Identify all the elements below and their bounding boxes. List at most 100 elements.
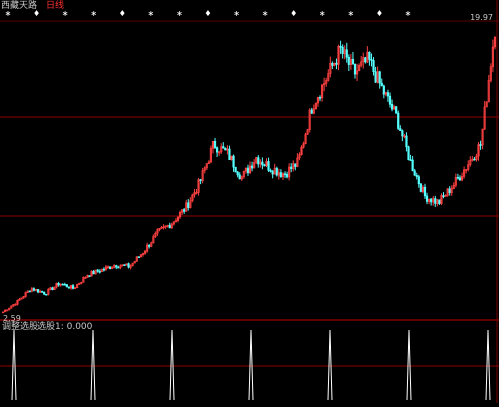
candle-body [353, 63, 357, 75]
candle-body [88, 275, 91, 277]
candle-body [417, 176, 420, 185]
period-label[interactable]: 日线 [46, 1, 64, 12]
candle-body [425, 195, 429, 202]
indicator-spike [406, 329, 412, 401]
signal-marker: ∗ [176, 9, 183, 18]
candle-body [63, 284, 66, 286]
candle-body [234, 166, 237, 173]
candle-body [423, 186, 427, 197]
signal-marker: ♦ [376, 9, 383, 18]
indicator-spike [169, 329, 175, 401]
candle-body [222, 146, 225, 149]
candle-body [102, 268, 105, 271]
candle-body [183, 209, 186, 212]
signal-marker: ∗ [319, 9, 326, 18]
candle-body [473, 158, 476, 161]
candle-body [98, 271, 101, 273]
candle-body [448, 188, 451, 194]
candle-body [61, 283, 64, 286]
candle-body [382, 85, 385, 95]
candle-body [199, 179, 202, 181]
candle-body [137, 256, 140, 258]
candle-body [395, 106, 398, 114]
candle-body [168, 224, 171, 229]
candle-body [67, 286, 70, 289]
candle-body [57, 282, 60, 286]
candle-body [257, 157, 260, 165]
candle-body [380, 82, 383, 87]
candle-body [127, 263, 130, 268]
candle-body [71, 285, 75, 289]
candle-body [442, 195, 445, 197]
candle-body [386, 92, 390, 97]
candle-body [285, 173, 289, 178]
candle-body [318, 97, 322, 99]
candle-body [438, 199, 441, 204]
candle-body [341, 46, 344, 54]
indicator-spike [327, 329, 333, 401]
candle-body [405, 135, 408, 148]
candle-body [458, 177, 462, 181]
candle-body [269, 170, 272, 172]
signal-marker: ∗ [148, 9, 155, 18]
candle-body [290, 166, 293, 170]
candle-body [232, 155, 235, 168]
kline-chart[interactable]: ∗ ♦ ∗ ∗ ♦ ∗ ∗ ♦ ∗ ∗ ♦ ∗ ∗ ♦ ∗ [0, 0, 499, 403]
candle-body [372, 60, 375, 73]
stock-name: 西藏天路 [1, 1, 38, 11]
candle-body [283, 173, 287, 176]
candle-body [378, 71, 381, 84]
candle-body [115, 265, 118, 268]
candle-body [123, 264, 126, 266]
candle-body [28, 290, 31, 293]
candle-body [374, 71, 377, 83]
candle-body [310, 109, 313, 114]
candle-body [413, 170, 416, 176]
candle-body [370, 59, 373, 61]
candle-body [368, 51, 371, 60]
candle-body [250, 165, 254, 169]
candle-body [148, 244, 151, 247]
candle-body [279, 172, 283, 178]
indicator-spike [90, 329, 96, 401]
candle-body [345, 49, 348, 58]
candle-body [339, 45, 342, 48]
candle-body [351, 58, 355, 65]
candle-body [479, 144, 482, 146]
candle-body [397, 112, 400, 129]
candle-body [236, 171, 239, 176]
candle-body [430, 198, 433, 203]
signal-marker: ∗ [348, 9, 355, 18]
candle-body [331, 62, 334, 66]
candle-body [228, 148, 231, 160]
candle-body [92, 270, 95, 275]
candle-body [96, 269, 99, 272]
candle-body [407, 146, 410, 160]
candle-body [364, 57, 367, 63]
candle-body [419, 183, 422, 192]
candle-body [51, 287, 54, 290]
candle-body [43, 292, 46, 295]
candle-body [108, 266, 112, 269]
candle-body [347, 57, 350, 65]
signal-marker: ♦ [119, 9, 126, 18]
signal-marker: ♦ [204, 9, 211, 18]
candle-body [267, 161, 270, 171]
candle-body [263, 164, 266, 167]
candle-body [224, 147, 227, 151]
signal-marker: ∗ [90, 9, 97, 18]
indicator-name: 调整选股 [2, 322, 39, 332]
candle-body [390, 104, 394, 110]
candle-body [271, 171, 274, 175]
chart-canvas: ∗ ♦ ∗ ∗ ♦ ∗ ∗ ♦ ∗ ∗ ♦ ∗ ∗ ♦ ∗ [0, 0, 499, 403]
candle-body [294, 163, 297, 167]
candle-body [411, 159, 414, 172]
signal-marker: ∗ [405, 9, 412, 18]
candle-body [41, 290, 44, 293]
signal-marker: ∗ [262, 9, 269, 18]
candle-body [36, 289, 40, 293]
candle-body [399, 128, 402, 131]
signal-marker: ♦ [290, 9, 297, 18]
candle-body [409, 159, 412, 161]
candle-body [65, 284, 68, 288]
